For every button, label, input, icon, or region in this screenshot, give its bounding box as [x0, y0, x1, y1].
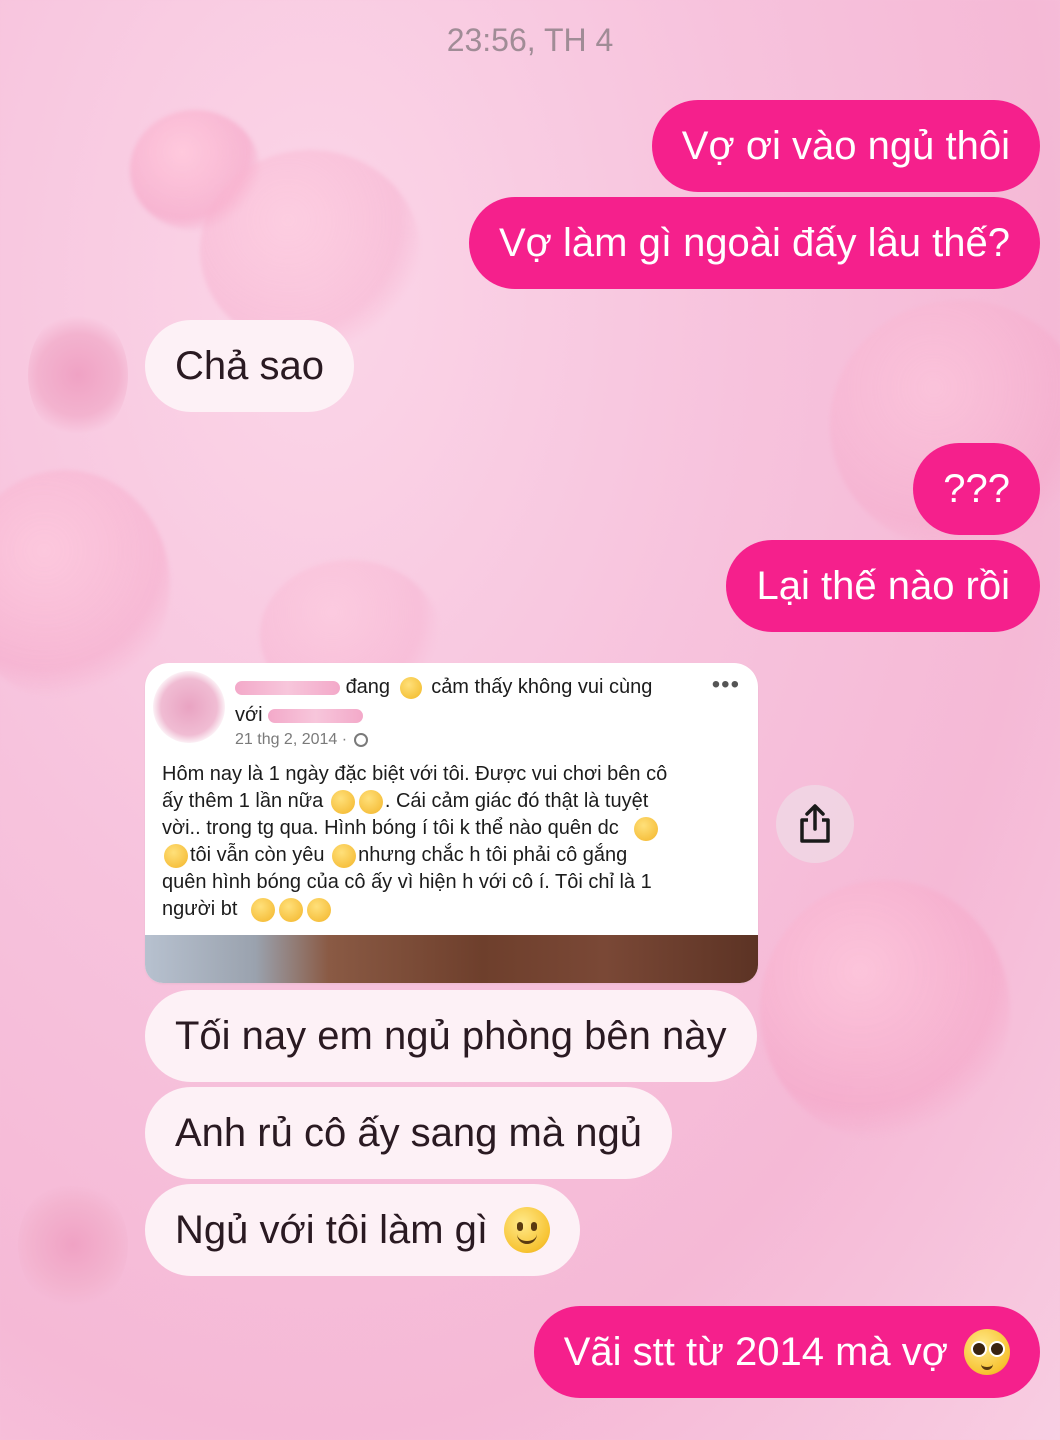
message-incoming[interactable]: Chả sao	[145, 320, 354, 412]
sad-face-icon	[399, 676, 422, 699]
post-photo[interactable]	[145, 935, 758, 983]
slightly-smiling-face-icon	[504, 1207, 551, 1253]
disappointed-face-icon	[164, 843, 188, 868]
post-header: đang cảm thấy không vui cùng với	[235, 673, 705, 729]
message-text: ???	[943, 466, 1010, 511]
background-heart	[760, 880, 1010, 1140]
share-button[interactable]	[776, 785, 854, 863]
message-text: Tối nay em ngủ phòng bên này	[175, 1013, 727, 1058]
share-icon	[800, 804, 830, 843]
message-text: Vãi stt từ 2014 mà vợ	[563, 1329, 948, 1374]
conversation-timestamp: 23:56, TH 4	[446, 22, 614, 58]
message-outgoing[interactable]: Vợ làm gì ngoài đấy lâu thế?	[469, 197, 1040, 289]
smiling-face-icon	[330, 789, 355, 814]
message-outgoing[interactable]: Vợ ơi vào ngủ thôi	[651, 100, 1040, 192]
message-text: Anh rủ cô ấy sang mà ngủ	[175, 1110, 642, 1155]
disappointed-face-icon	[279, 897, 303, 922]
contact-avatar[interactable]	[18, 1180, 128, 1310]
message-incoming[interactable]: Anh rủ cô ấy sang mà ngủ	[145, 1087, 672, 1179]
message-text: Vợ ơi vào ngủ thôi	[681, 123, 1010, 168]
post-author-avatar	[153, 671, 225, 743]
post-with-prefix: với	[235, 704, 263, 726]
smiling-face-icon	[358, 789, 383, 814]
redacted-name	[268, 708, 364, 723]
message-text: Lại thế nào rồi	[756, 563, 1010, 608]
disappointed-face-icon	[251, 897, 275, 922]
message-incoming[interactable]: Tối nay em ngủ phòng bên này	[145, 990, 757, 1082]
disappointed-face-icon	[307, 897, 331, 922]
message-outgoing[interactable]: ???	[913, 443, 1040, 535]
message-incoming[interactable]: Ngủ với tôi làm gì	[145, 1184, 581, 1276]
post-feeling-prefix: đang	[345, 676, 391, 698]
message-text: Chả sao	[175, 343, 324, 388]
disappointed-face-icon	[332, 843, 357, 868]
shared-post-card[interactable]: đang cảm thấy không vui cùng với ••• 21 …	[145, 663, 758, 983]
message-text: Vợ làm gì ngoài đấy lâu thế?	[499, 220, 1010, 265]
message-outgoing[interactable]: Vãi stt từ 2014 mà vợ	[533, 1306, 1040, 1398]
post-date: 21 thg 2, 2014 ·	[235, 731, 368, 749]
message-outgoing[interactable]: Lại thế nào rồi	[726, 540, 1040, 632]
redacted-name	[235, 680, 340, 695]
more-options-icon[interactable]: •••	[712, 671, 740, 699]
message-text: Ngủ với tôi làm gì	[175, 1207, 489, 1252]
contact-avatar[interactable]	[28, 310, 128, 440]
background-heart	[0, 470, 170, 700]
disappointed-face-icon	[634, 816, 659, 841]
pleading-face-icon	[964, 1329, 1010, 1375]
globe-icon	[353, 732, 368, 747]
post-feeling-text: cảm thấy không vui cùng	[431, 676, 653, 698]
post-body: Hôm nay là 1 ngày đặc biệt với tôi. Được…	[162, 763, 668, 922]
